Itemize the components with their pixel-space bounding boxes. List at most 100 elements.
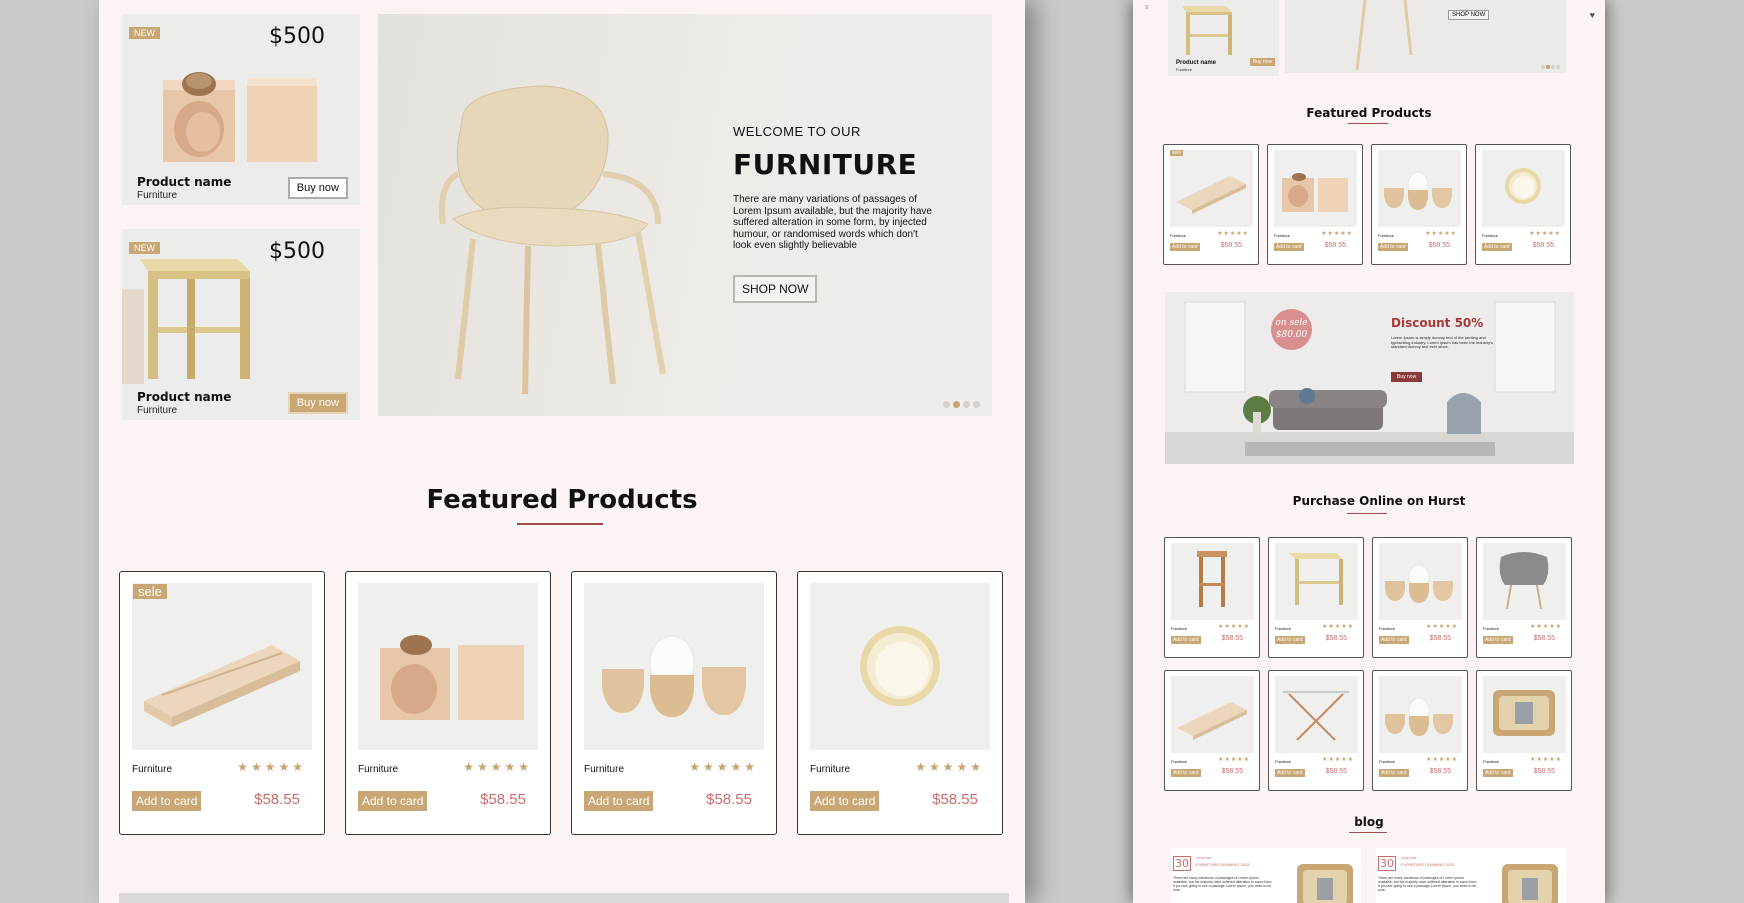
product-price: $58.55	[1325, 768, 1347, 775]
buy-now-button[interactable]: Buy now	[287, 177, 348, 199]
product-category: Furniture	[1482, 233, 1499, 238]
product-card[interactable]: Furniture ★★★★★ Add to card $58.55	[797, 571, 1003, 835]
buy-now-button[interactable]: Buy now	[1249, 58, 1275, 66]
product-card[interactable]: Furniture ★★★★★ Add to card $58.55	[1268, 670, 1364, 791]
menu-icon[interactable]: ≡	[1145, 5, 1149, 11]
add-to-cart-button[interactable]: Add to card	[1274, 243, 1304, 251]
rating-stars: ★★★★★	[689, 760, 758, 774]
product-card[interactable]: Furniture ★★★★★ Add to card $58.55	[1267, 144, 1363, 265]
wood-blocks-image	[163, 72, 317, 162]
sale-badge: sele	[133, 584, 167, 599]
product-price: $58.55	[1220, 242, 1242, 249]
blog-meta: JUNE 2025	[1401, 856, 1417, 860]
add-to-cart-button[interactable]: Add to card	[1482, 243, 1512, 251]
rating-stars: ★★★★★	[1217, 231, 1249, 237]
product-card[interactable]: Furniture ★★★★★ Add to card $58.55	[1164, 670, 1260, 791]
product-category: Furniture	[1483, 626, 1500, 631]
bowl-image	[1482, 150, 1565, 227]
product-card[interactable]: Furniture ★★★★★ Add to card $58.55	[345, 571, 551, 835]
product-card[interactable]: Furniture ★★★★★ Add to card $58.55	[1372, 537, 1468, 658]
folding-table-image	[1275, 676, 1358, 753]
stool-image	[1171, 543, 1254, 620]
blog-headline: FURNITURE DRAWING 2025	[1401, 862, 1455, 867]
side-product-card[interactable]: NEW $500 Product name Furniture Buy now	[122, 229, 360, 420]
product-price: $58.55	[706, 791, 752, 808]
add-to-cart-button[interactable]: Add to card	[358, 791, 428, 811]
add-to-cart-button[interactable]: Add to card	[132, 791, 202, 811]
product-name: Product name	[137, 390, 232, 404]
blog-text: There are many variations of passages of…	[1173, 876, 1273, 892]
add-to-cart-button[interactable]: Add to card	[1275, 769, 1305, 777]
add-to-cart-button[interactable]: Add to card	[1275, 636, 1305, 644]
side-product-card[interactable]: Product name Furniture Buy now	[1168, 0, 1279, 76]
title-underline	[1349, 832, 1387, 833]
product-card[interactable]: Furniture ★★★★★ Add to card $58.55	[571, 571, 777, 835]
title-underline	[517, 523, 603, 525]
discount-text: Lorem Ipsum is simply dummy text of the …	[1391, 335, 1493, 349]
rating-stars: ★★★★★	[1322, 757, 1354, 763]
hero-description: There are many variations of passages of…	[733, 194, 932, 251]
product-category: Furniture	[137, 190, 178, 201]
product-price: $58.55	[1221, 635, 1243, 642]
product-card[interactable]: Furniture ★★★★★ Add to card $58.55	[1476, 670, 1572, 791]
slider-dots[interactable]	[943, 401, 980, 408]
overview-page: ≡ ♥ Product name Furniture Buy now SHOP …	[1133, 0, 1605, 903]
rating-stars: ★★★★★	[915, 760, 984, 774]
add-to-cart-button[interactable]: Add to card	[1171, 769, 1201, 777]
add-to-cart-button[interactable]: Add to card	[1378, 243, 1408, 251]
tray-image	[1170, 150, 1253, 227]
product-card[interactable]: Furniture ★★★★★ Add to card $58.55	[1372, 670, 1468, 791]
add-to-cart-button[interactable]: Add to card	[1171, 636, 1201, 644]
slider-dot[interactable]	[943, 401, 950, 408]
add-to-cart-button[interactable]: Add to card	[1379, 636, 1409, 644]
rating-stars: ★★★★★	[237, 760, 306, 774]
slider-dots[interactable]	[1541, 65, 1560, 69]
product-card[interactable]: Furniture ★★★★★ Add to card $58.55	[1371, 144, 1467, 265]
side-table-image	[1275, 543, 1358, 620]
hero-title: FURNITURE	[733, 148, 918, 181]
blog-post[interactable]: 30 JUNE 2025 FURNITURE DRAWING 2025 Ther…	[1171, 848, 1361, 903]
product-card[interactable]: Furniture ★★★★★ Add to card $58.55	[1164, 537, 1260, 658]
wood-blocks-image	[358, 583, 538, 750]
side-product-card[interactable]: NEW $500 Product name Furniture Buy now	[122, 14, 360, 205]
product-category: Furniture	[1171, 759, 1188, 764]
blog-post[interactable]: 30 JUNE 2025 FURNITURE DRAWING 2025 Ther…	[1376, 848, 1566, 903]
add-to-cart-button[interactable]: Add to card	[584, 791, 654, 811]
product-price: $58.55	[1428, 242, 1450, 249]
slider-dot[interactable]	[973, 401, 980, 408]
shop-now-button[interactable]: SHOP NOW	[733, 275, 818, 303]
product-category: Furniture	[132, 764, 173, 775]
product-category: Furniture	[1171, 626, 1188, 631]
product-card[interactable]: sele Furniture ★★★★★ Add to card $58.55	[1163, 144, 1259, 265]
buy-now-button[interactable]: Buy now	[1391, 372, 1423, 382]
product-card[interactable]: Furniture ★★★★★ Add to card $58.55	[1268, 537, 1364, 658]
blog-headline: FURNITURE DRAWING 2025	[1196, 862, 1250, 867]
product-card[interactable]: Furniture ★★★★★ Add to card $58.55	[1476, 537, 1572, 658]
product-category: Furniture	[1275, 759, 1292, 764]
egg-cups-image	[1379, 543, 1462, 620]
product-price: $58.55	[932, 791, 978, 808]
add-to-cart-button[interactable]: Add to card	[1379, 769, 1409, 777]
product-category: Furniture	[358, 764, 399, 775]
rating-stars: ★★★★★	[1321, 231, 1353, 237]
title-underline	[1347, 513, 1387, 514]
featured-products-title: Featured Products	[426, 485, 698, 515]
add-to-cart-button[interactable]: Add to card	[1483, 636, 1513, 644]
product-price: $58.55	[1532, 242, 1554, 249]
add-to-cart-button[interactable]: Add to card	[810, 791, 880, 811]
product-category: Furniture	[1176, 67, 1193, 72]
heart-icon[interactable]: ♥	[1590, 10, 1595, 20]
slider-dot[interactable]	[963, 401, 970, 408]
product-name: Product name	[137, 175, 232, 189]
add-to-cart-button[interactable]: Add to card	[1170, 243, 1200, 251]
rating-stars: ★★★★★	[463, 760, 532, 774]
product-card[interactable]: sele Furniture ★★★★★ Add to card $58.55	[119, 571, 325, 835]
buy-now-button[interactable]: Buy now	[287, 392, 348, 414]
rating-stars: ★★★★★	[1322, 624, 1354, 630]
rating-stars: ★★★★★	[1425, 231, 1457, 237]
slider-dot[interactable]	[953, 401, 960, 408]
shop-now-button[interactable]: SHOP NOW	[1448, 10, 1490, 20]
rating-stars: ★★★★★	[1530, 624, 1562, 630]
product-card[interactable]: Furniture ★★★★★ Add to card $58.55	[1475, 144, 1571, 265]
add-to-cart-button[interactable]: Add to card	[1483, 769, 1513, 777]
